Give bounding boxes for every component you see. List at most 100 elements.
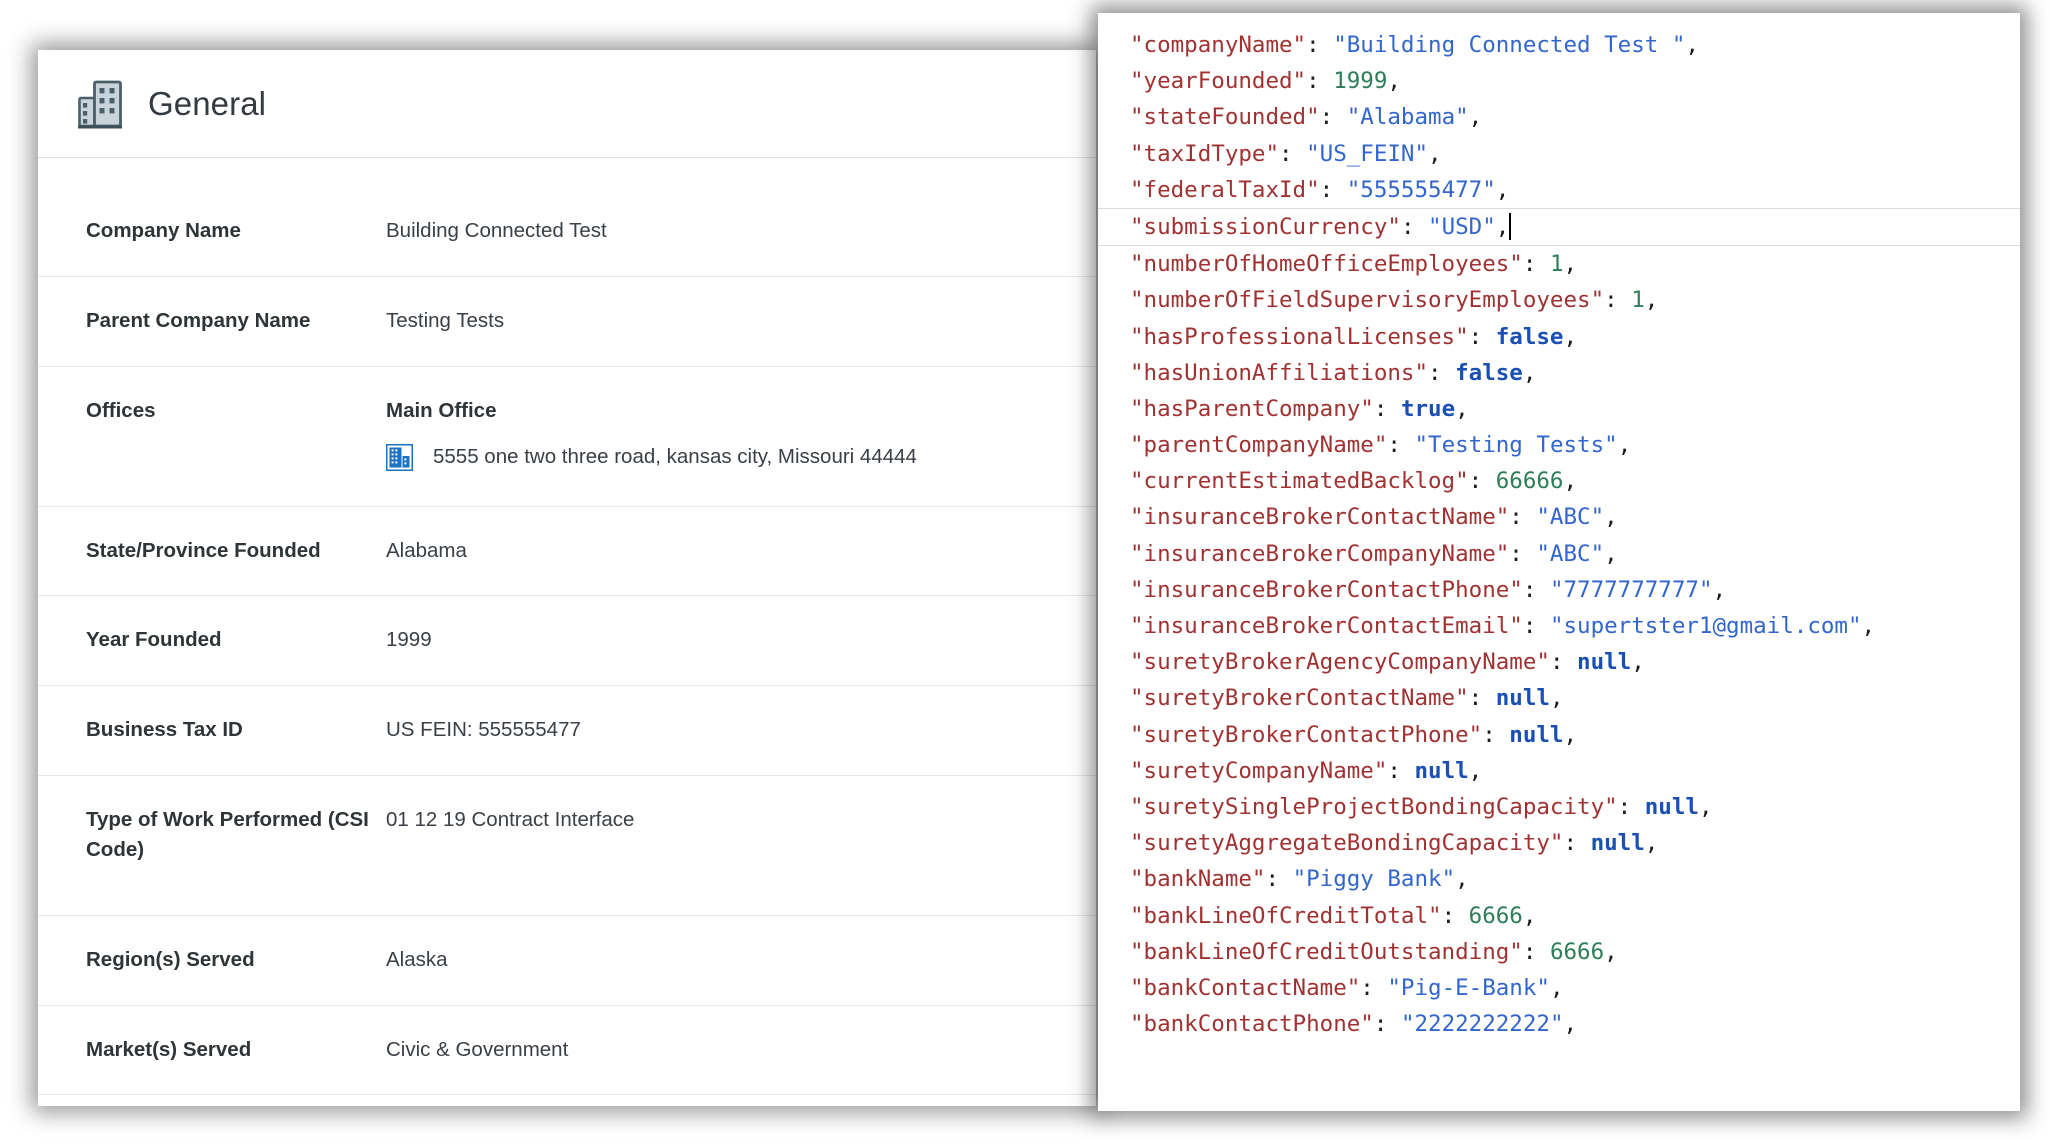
office-address-row[interactable]: 5555 one two three road, kansas city, Mi… — [385, 442, 1076, 473]
detail-rows: Company Name Building Connected Test Par… — [38, 158, 1096, 1106]
json-punctuation: : — [1468, 468, 1496, 495]
row-value: Alabama — [386, 538, 467, 562]
json-punctuation: , — [1468, 757, 1483, 784]
row-value: Alaska — [386, 947, 448, 971]
code-line[interactable]: "hasProfessionalLicenses": false, — [1130, 319, 2020, 355]
code-line[interactable]: "suretyBrokerContactName": null, — [1130, 680, 2020, 716]
json-value: 6666 — [1468, 902, 1523, 929]
json-value: 6666 — [1549, 938, 1605, 965]
table-row-certifications: Enterprise Business Certifications (Cert… — [38, 1095, 1096, 1106]
code-line[interactable]: "numberOfFieldSupervisoryEmployees": 1, — [1130, 282, 2020, 318]
json-key: "suretyBrokerContactPhone" — [1130, 721, 1483, 748]
json-value: null — [1644, 793, 1699, 820]
row-value: 01 12 19 Contract Interface — [386, 807, 635, 831]
json-punctuation: : — [1319, 104, 1347, 131]
json-punctuation: , — [1631, 649, 1645, 676]
json-value: "ABC" — [1536, 540, 1605, 567]
json-value: 1 — [1631, 287, 1645, 314]
json-value: null — [1509, 721, 1564, 748]
json-punctuation: , — [1698, 793, 1713, 820]
json-code-content[interactable]: "companyName": "Building Connected Test … — [1098, 13, 2020, 1042]
code-line[interactable]: "bankLineOfCreditOutstanding": 6666, — [1130, 934, 2020, 970]
row-value: 1999 — [386, 628, 432, 652]
json-punctuation: , — [1387, 68, 1401, 95]
json-punctuation: , — [1644, 830, 1659, 857]
json-punctuation: : — [1522, 576, 1550, 603]
code-line[interactable]: "yearFounded": 1999, — [1130, 63, 2020, 99]
code-line[interactable]: "suretyCompanyName": null, — [1130, 753, 2020, 789]
json-punctuation: : — [1265, 866, 1293, 893]
json-punctuation: , — [1522, 902, 1537, 929]
json-punctuation: , — [1563, 721, 1578, 748]
json-key: "numberOfHomeOfficeEmployees" — [1130, 251, 1523, 278]
code-line[interactable]: "suretyBrokerContactPhone": null, — [1130, 717, 2020, 753]
code-line[interactable]: "companyName": "Building Connected Test … — [1130, 27, 2020, 63]
building-icon — [385, 443, 414, 472]
json-punctuation: , — [1563, 468, 1578, 495]
json-key: "currentEstimatedBacklog" — [1130, 468, 1469, 495]
json-value: "Alabama" — [1346, 104, 1469, 131]
code-line[interactable]: "bankContactPhone": "2222222222", — [1130, 1006, 2020, 1042]
json-punctuation: , — [1455, 395, 1469, 422]
json-punctuation: , — [1604, 938, 1618, 965]
code-line[interactable]: "currentEstimatedBacklog": 66666, — [1130, 463, 2020, 499]
json-punctuation: : — [1482, 721, 1510, 748]
code-line[interactable]: "hasParentCompany": true, — [1130, 391, 2020, 427]
table-row: Region(s) Served Alaska — [38, 916, 1096, 1006]
code-line[interactable]: "insuranceBrokerCompanyName": "ABC", — [1130, 536, 2020, 572]
text-cursor — [1509, 212, 1512, 240]
json-punctuation: , — [1549, 974, 1564, 1001]
code-line[interactable]: "insuranceBrokerContactPhone": "77777777… — [1130, 572, 2020, 608]
code-line[interactable]: "suretySingleProjectBondingCapacity": nu… — [1130, 789, 2020, 825]
json-key: "hasUnionAffiliations" — [1130, 359, 1429, 386]
code-line[interactable]: "insuranceBrokerContactEmail": "supertst… — [1130, 608, 2020, 644]
json-key: "companyName" — [1130, 32, 1307, 58]
code-line[interactable]: "parentCompanyName": "Testing Tests", — [1130, 427, 2020, 463]
json-key: "insuranceBrokerCompanyName" — [1130, 540, 1510, 567]
json-value: "supertster1@gmail.com" — [1549, 613, 1862, 639]
row-label: Offices — [86, 398, 156, 422]
json-punctuation: : — [1522, 613, 1550, 639]
office-address-text: 5555 one two three road, kansas city, Mi… — [433, 445, 917, 469]
code-line[interactable]: "taxIdType": "US_FEIN", — [1130, 136, 2020, 172]
row-label: Type of Work Performed (CSI Code) — [86, 807, 369, 862]
code-line[interactable]: "hasUnionAffiliations": false, — [1130, 355, 2020, 391]
code-line[interactable]: "bankLineOfCreditTotal": 6666, — [1130, 898, 2020, 934]
json-value: null — [1495, 685, 1550, 712]
json-punctuation: : — [1563, 830, 1591, 857]
table-row-offices: Offices Main Office 5555 one two three r… — [38, 367, 1096, 507]
table-row: State/Province Founded Alabama — [38, 507, 1096, 597]
json-punctuation: : — [1617, 793, 1645, 820]
json-key: "suretySingleProjectBondingCapacity" — [1130, 793, 1618, 820]
row-label: Business Tax ID — [86, 718, 243, 741]
json-punctuation: : — [1441, 902, 1469, 929]
json-code-editor[interactable]: "companyName": "Building Connected Test … — [1098, 13, 2020, 1111]
code-line[interactable]: "federalTaxId": "555555477", — [1130, 172, 2020, 208]
json-punctuation: : — [1522, 251, 1550, 278]
row-label: Company Name — [86, 219, 241, 242]
code-line[interactable]: "suretyAggregateBondingCapacity": null, — [1130, 825, 2020, 861]
json-punctuation: , — [1495, 213, 1510, 240]
code-line[interactable]: "numberOfHomeOfficeEmployees": 1, — [1130, 246, 2020, 282]
code-line[interactable]: "submissionCurrency": "USD", — [1098, 207, 2020, 247]
json-punctuation: : — [1509, 504, 1537, 531]
json-key: "suretyCompanyName" — [1130, 757, 1388, 784]
company-general-card: General Company Name Building Connected … — [38, 50, 1096, 1106]
json-key: "yearFounded" — [1130, 68, 1307, 95]
json-key: "insuranceBrokerContactName" — [1130, 504, 1510, 531]
json-key: "hasProfessionalLicenses" — [1130, 323, 1469, 350]
json-value: 1 — [1549, 251, 1564, 278]
code-line[interactable]: "bankName": "Piggy Bank", — [1130, 861, 2020, 897]
row-label: Region(s) Served — [86, 947, 255, 971]
code-line[interactable]: "suretyBrokerAgencyCompanyName": null, — [1130, 644, 2020, 680]
json-key: "insuranceBrokerContactPhone" — [1130, 576, 1523, 603]
json-key: "suretyBrokerAgencyCompanyName" — [1130, 649, 1550, 676]
json-punctuation: , — [1495, 176, 1510, 203]
code-line[interactable]: "bankContactName": "Pig-E-Bank", — [1130, 970, 2020, 1006]
json-punctuation: , — [1563, 251, 1578, 278]
json-key: "bankName" — [1130, 866, 1266, 893]
code-line[interactable]: "insuranceBrokerContactName": "ABC", — [1130, 499, 2020, 535]
code-line[interactable]: "stateFounded": "Alabama", — [1130, 99, 2020, 135]
json-key: "suretyAggregateBondingCapacity" — [1130, 830, 1564, 857]
row-value: Civic & Government — [386, 1037, 569, 1061]
